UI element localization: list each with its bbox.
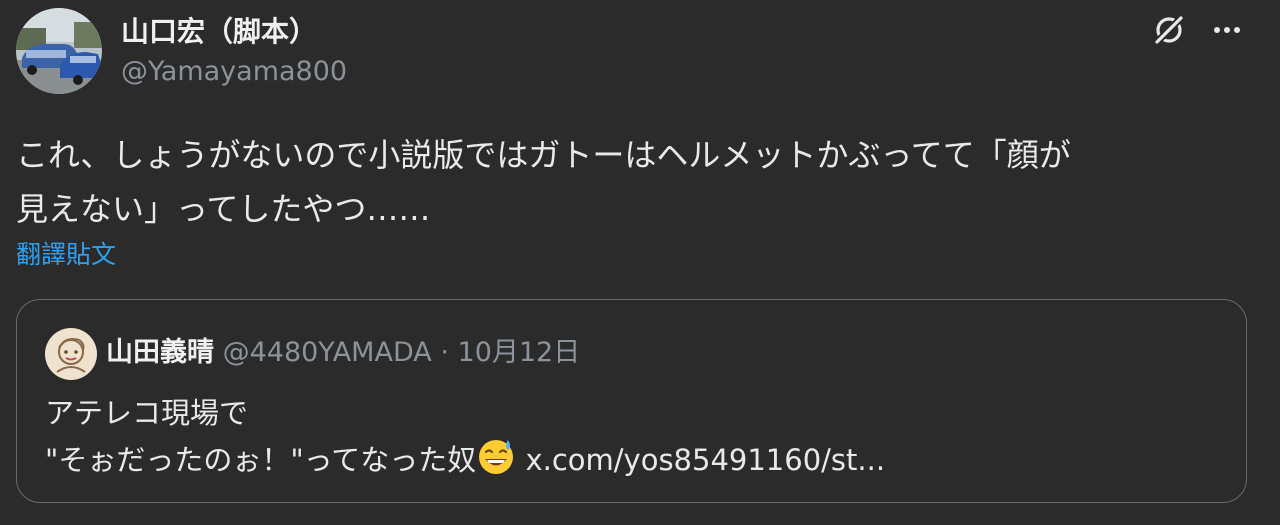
quote-text-line-2-text: "そぉだったのぉ！"ってなった奴 — [45, 443, 477, 477]
tweet-card[interactable]: 山口宏（脚本） @Yamayama800 これ、しょうがないので小説版ではガトー… — [0, 0, 1280, 525]
quote-text: アテレコ現場で "そぉだったのぉ！"ってなった奴 x.com/yos854911… — [45, 390, 885, 489]
quote-text-line-1: アテレコ現場で — [45, 396, 249, 430]
grinning-face-with-sweat-icon — [476, 436, 516, 489]
grok-button[interactable] — [1147, 8, 1191, 52]
quoted-tweet[interactable]: 山田義晴 @4480YAMADA · 10月12日 アテレコ現場で "そぉだった… — [16, 299, 1247, 503]
author-handle[interactable]: @Yamayama800 — [121, 56, 347, 87]
author-avatar[interactable] — [16, 8, 102, 94]
quote-author-handle[interactable]: @4480YAMADA — [223, 337, 432, 368]
quote-link[interactable]: x.com/yos85491160/st... — [525, 443, 885, 477]
quote-author-avatar[interactable] — [45, 328, 97, 380]
quote-text-line-2: "そぉだったのぉ！"ってなった奴 x.com/yos85491160/st... — [45, 436, 885, 489]
tweet-text: これ、しょうがないので小説版ではガトーはヘルメットかぶってて「顔が 見えない」っ… — [16, 128, 1256, 236]
quote-separator: · — [440, 337, 449, 368]
translate-post-link[interactable]: 翻譯貼文 — [16, 235, 116, 271]
tweet-text-line-1: これ、しょうがないので小説版ではガトーはヘルメットかぶってて「顔が — [16, 136, 1071, 174]
quote-header: 山田義晴 @4480YAMADA · 10月12日 — [106, 335, 580, 371]
quote-date[interactable]: 10月12日 — [458, 337, 581, 368]
more-icon — [1214, 27, 1240, 33]
author-display-name[interactable]: 山口宏（脚本） — [121, 10, 317, 50]
tweet-text-line-2: 見えない」ってしたやつ…… — [16, 190, 431, 228]
more-options-button[interactable] — [1205, 8, 1249, 52]
quote-author-name[interactable]: 山田義晴 — [106, 337, 214, 368]
grok-icon — [1153, 14, 1185, 46]
